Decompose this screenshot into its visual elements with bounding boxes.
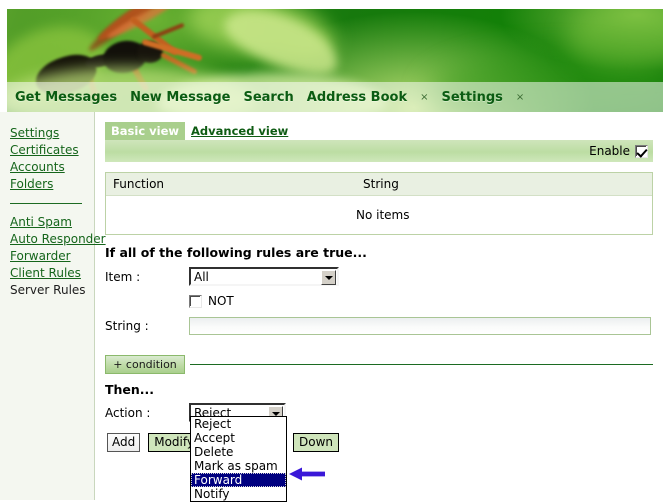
tab-advanced-view[interactable]: Advanced view <box>185 122 293 140</box>
header-banner: Get Messages New Message Search Address … <box>0 0 663 112</box>
close-icon-settings[interactable]: × <box>516 92 524 103</box>
string-label: String : <box>105 319 149 333</box>
view-tabs: Basic view Advanced view <box>105 122 293 140</box>
sidebar-item-certificates[interactable]: Certificates <box>10 142 94 159</box>
sidebar-item-accounts[interactable]: Accounts <box>10 159 94 176</box>
sidebar-item-server-rules: Server Rules <box>10 283 86 297</box>
dropdown-option-accept[interactable]: Accept <box>191 431 286 445</box>
then-heading: Then... <box>105 382 155 397</box>
down-button[interactable]: Down <box>293 433 340 452</box>
add-condition-button[interactable]: + condition <box>105 355 185 374</box>
column-header-string: String <box>363 177 399 191</box>
sidebar-item-folders[interactable]: Folders <box>10 176 94 193</box>
sidebar-item-auto-responder[interactable]: Auto Responder <box>10 231 106 248</box>
page-body: Settings Certificates Accounts Folders A… <box>0 112 663 500</box>
not-label: NOT <box>208 294 234 308</box>
tab-basic-view[interactable]: Basic view <box>105 122 185 140</box>
main-navigation: Get Messages New Message Search Address … <box>7 82 663 112</box>
nav-item-settings[interactable]: Settings <box>442 90 503 105</box>
sidebar-item-anti-spam[interactable]: Anti Spam <box>10 214 94 231</box>
dropdown-option-mark-as-spam[interactable]: Mark as spam <box>191 459 286 473</box>
close-icon-address-book[interactable]: × <box>420 92 428 103</box>
add-button[interactable]: Add <box>107 433 141 452</box>
sidebar-item-forwarder[interactable]: Forwarder <box>10 248 94 265</box>
annotation-arrow-icon <box>289 467 325 481</box>
table-header-row: Function String <box>106 173 652 196</box>
sidebar-item-settings[interactable]: Settings <box>10 125 94 142</box>
condition-divider <box>190 364 653 365</box>
nav-item-get-messages[interactable]: Get Messages <box>15 90 117 105</box>
string-input[interactable] <box>189 317 651 335</box>
item-row: Item : All <box>105 267 339 286</box>
sidebar: Settings Certificates Accounts Folders A… <box>0 112 106 500</box>
sidebar-divider <box>10 203 82 204</box>
string-row: String : <box>105 317 651 335</box>
nav-item-address-book[interactable]: Address Book <box>307 90 407 105</box>
content-area: Basic view Advanced view Enable Function… <box>96 112 663 500</box>
chevron-down-icon[interactable] <box>321 270 336 285</box>
sidebar-item-client-rules[interactable]: Client Rules <box>10 265 94 282</box>
not-checkbox[interactable] <box>189 294 202 308</box>
wasp-antenna <box>151 22 185 40</box>
table-empty-message: No items <box>356 208 410 222</box>
enable-bar: Enable <box>105 140 653 162</box>
action-dropdown-list[interactable]: Reject Accept Delete Mark as spam Forwar… <box>190 416 287 502</box>
table-empty-row: No items <box>106 196 652 234</box>
not-row: NOT <box>189 294 234 308</box>
nav-item-new-message[interactable]: New Message <box>130 90 230 105</box>
item-select-value: All <box>194 269 209 284</box>
dropdown-option-reject[interactable]: Reject <box>191 417 286 431</box>
dropdown-option-notify[interactable]: Notify <box>191 487 286 501</box>
enable-checkbox[interactable] <box>635 144 648 158</box>
conditions-heading: If all of the following rules are true..… <box>105 245 367 260</box>
dropdown-option-forward[interactable]: Forward <box>191 473 286 487</box>
nav-item-search[interactable]: Search <box>243 90 293 105</box>
action-label: Action : <box>105 405 151 420</box>
rules-table: Function String No items <box>105 172 653 235</box>
column-header-function: Function <box>113 177 165 191</box>
dropdown-option-delete[interactable]: Delete <box>191 445 286 459</box>
enable-label: Enable <box>589 144 630 158</box>
item-select[interactable]: All <box>189 267 339 286</box>
item-label: Item : <box>105 269 141 284</box>
